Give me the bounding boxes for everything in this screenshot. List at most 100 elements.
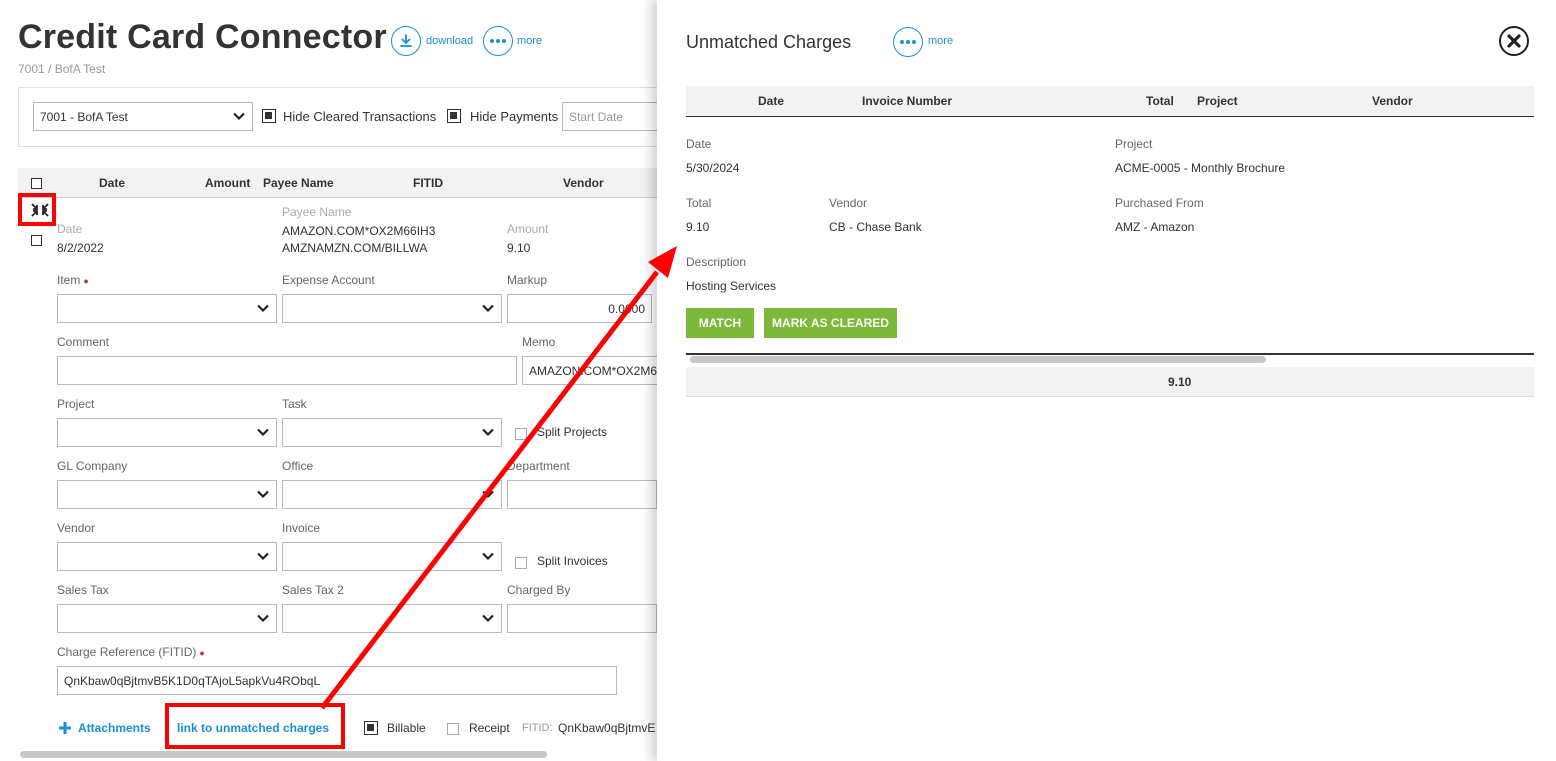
record-project-value: ACME-0005 - Monthly Brochure [1115, 161, 1286, 175]
record-vendor-value: CB - Chase Bank [829, 220, 922, 234]
chevron-down-icon [233, 112, 245, 121]
gl-company-label: GL Company [57, 459, 128, 473]
record-vendor-label: Vendor [829, 196, 868, 210]
sales-tax-select[interactable] [57, 604, 277, 633]
start-date-input[interactable]: Start Date [562, 102, 662, 131]
col-fitid[interactable]: FITID [413, 176, 443, 190]
invoice-label: Invoice [282, 521, 321, 535]
expense-account-label: Expense Account [282, 273, 375, 287]
account-select-value: 7001 - BofA Test [40, 110, 128, 124]
chevron-down-icon [257, 428, 269, 437]
record-total-label: Total [686, 196, 712, 210]
download-button[interactable] [391, 26, 421, 56]
mark-as-cleared-button[interactable]: MARK AS CLEARED [764, 308, 897, 338]
task-label: Task [282, 397, 307, 411]
select-all-checkbox[interactable] [31, 178, 42, 189]
attachments-link[interactable]: Attachments [78, 721, 151, 735]
date-label: Date [57, 222, 83, 236]
expense-account-select[interactable] [282, 294, 502, 323]
hide-cleared-label: Hide Cleared Transactions [283, 109, 437, 124]
item-select[interactable] [57, 294, 277, 323]
record-project-label: Project [1115, 137, 1153, 151]
panel-table-header: Date Invoice Number Total Project Vendor [686, 86, 1534, 117]
col-amount[interactable]: Amount [205, 176, 250, 190]
fitid-value: QnKbaw0qBjtmvE [558, 721, 656, 735]
hide-cleared-checkbox[interactable] [262, 109, 276, 123]
markup-value: 0.0000 [608, 302, 645, 316]
split-invoices-label: Split Invoices [537, 554, 608, 568]
record-description-label: Description [686, 255, 747, 269]
col-vendor[interactable]: Vendor [1372, 94, 1413, 108]
receipt-checkbox[interactable] [447, 723, 459, 735]
col-vendor[interactable]: Vendor [563, 176, 604, 190]
billable-label: Billable [387, 721, 426, 735]
col-invoice-number[interactable]: Invoice Number [862, 94, 952, 108]
match-button[interactable]: MATCH [686, 308, 754, 338]
download-icon [400, 34, 412, 47]
panel-more-label[interactable]: more [928, 35, 953, 47]
hide-payments-label: Hide Payments [470, 109, 559, 124]
invoice-select[interactable] [282, 542, 502, 571]
account-select[interactable]: 7001 - BofA Test [33, 102, 253, 131]
transactions-table-header: Date Amount Payee Name FITID Vendor [18, 168, 658, 198]
split-projects-label: Split Projects [537, 425, 608, 439]
charge-ref-input[interactable]: QnKbaw0qBjtmvB5K1D0qTAjoL5apkVu4RObqL [57, 666, 617, 695]
col-date[interactable]: Date [758, 94, 784, 108]
amount-value: 9.10 [507, 241, 531, 255]
plus-icon[interactable] [58, 721, 72, 735]
project-label: Project [57, 397, 95, 411]
chevron-down-icon [257, 614, 269, 623]
more-icon [490, 39, 506, 43]
receipt-label: Receipt [469, 721, 510, 735]
vendor-label: Vendor [57, 521, 96, 535]
record-purchased-from-value: AMZ - Amazon [1115, 220, 1195, 234]
row-checkbox[interactable] [31, 235, 42, 246]
unmatched-charges-panel: Unmatched Charges more Date Invoice Numb… [657, 0, 1556, 761]
more-button[interactable] [483, 26, 513, 56]
col-payee-name[interactable]: Payee Name [263, 176, 334, 190]
panel-more-button[interactable] [893, 27, 923, 57]
gl-company-select[interactable] [57, 480, 277, 509]
markup-input[interactable]: 0.0000 [507, 294, 652, 323]
comment-input[interactable] [57, 356, 517, 385]
department-input[interactable] [507, 480, 657, 509]
split-invoices-checkbox[interactable] [515, 557, 527, 569]
office-label: Office [282, 459, 314, 473]
project-select[interactable] [57, 418, 277, 447]
chevron-down-icon [482, 614, 494, 623]
filter-bar: 7001 - BofA Test Hide Cleared Transactio… [18, 87, 662, 147]
chevron-down-icon [257, 552, 269, 561]
memo-value: AMAZON.COM*OX2M66 [529, 364, 662, 378]
sales-tax2-select[interactable] [282, 604, 502, 633]
horizontal-scrollbar[interactable] [20, 751, 547, 758]
hide-payments-checkbox[interactable] [447, 109, 461, 123]
close-button[interactable] [1499, 26, 1529, 56]
panel-divider [686, 353, 1534, 355]
billable-checkbox[interactable] [364, 721, 378, 735]
more-label[interactable]: more [517, 35, 542, 47]
task-select[interactable] [282, 418, 502, 447]
col-total[interactable]: Total [1146, 94, 1174, 108]
vendor-select[interactable] [57, 542, 277, 571]
panel-title: Unmatched Charges [686, 32, 852, 52]
charge-ref-label: Charge Reference (FITID) ● [57, 645, 205, 659]
col-project[interactable]: Project [1197, 94, 1238, 108]
close-icon [1507, 34, 1521, 48]
chevron-down-icon [482, 490, 494, 499]
record-total-value: 9.10 [686, 220, 710, 234]
record-description-value: Hosting Services [686, 279, 777, 293]
download-label[interactable]: download [426, 35, 473, 47]
col-date[interactable]: Date [99, 176, 125, 190]
record-date-label: Date [686, 137, 712, 151]
date-value: 8/2/2022 [57, 241, 104, 255]
sales-tax2-label: Sales Tax 2 [282, 583, 344, 597]
panel-horizontal-scrollbar[interactable] [690, 356, 1266, 363]
split-projects-checkbox[interactable] [515, 428, 527, 440]
charged-by-input[interactable] [507, 604, 657, 633]
page-title: Credit Card Connector [18, 18, 387, 56]
comment-label: Comment [57, 335, 110, 349]
highlight-collapse [18, 193, 56, 226]
charge-ref-value: QnKbaw0qBjtmvB5K1D0qTAjoL5apkVu4RObqL [64, 674, 321, 688]
memo-input[interactable]: AMAZON.COM*OX2M66 [522, 356, 662, 385]
office-select[interactable] [282, 480, 502, 509]
